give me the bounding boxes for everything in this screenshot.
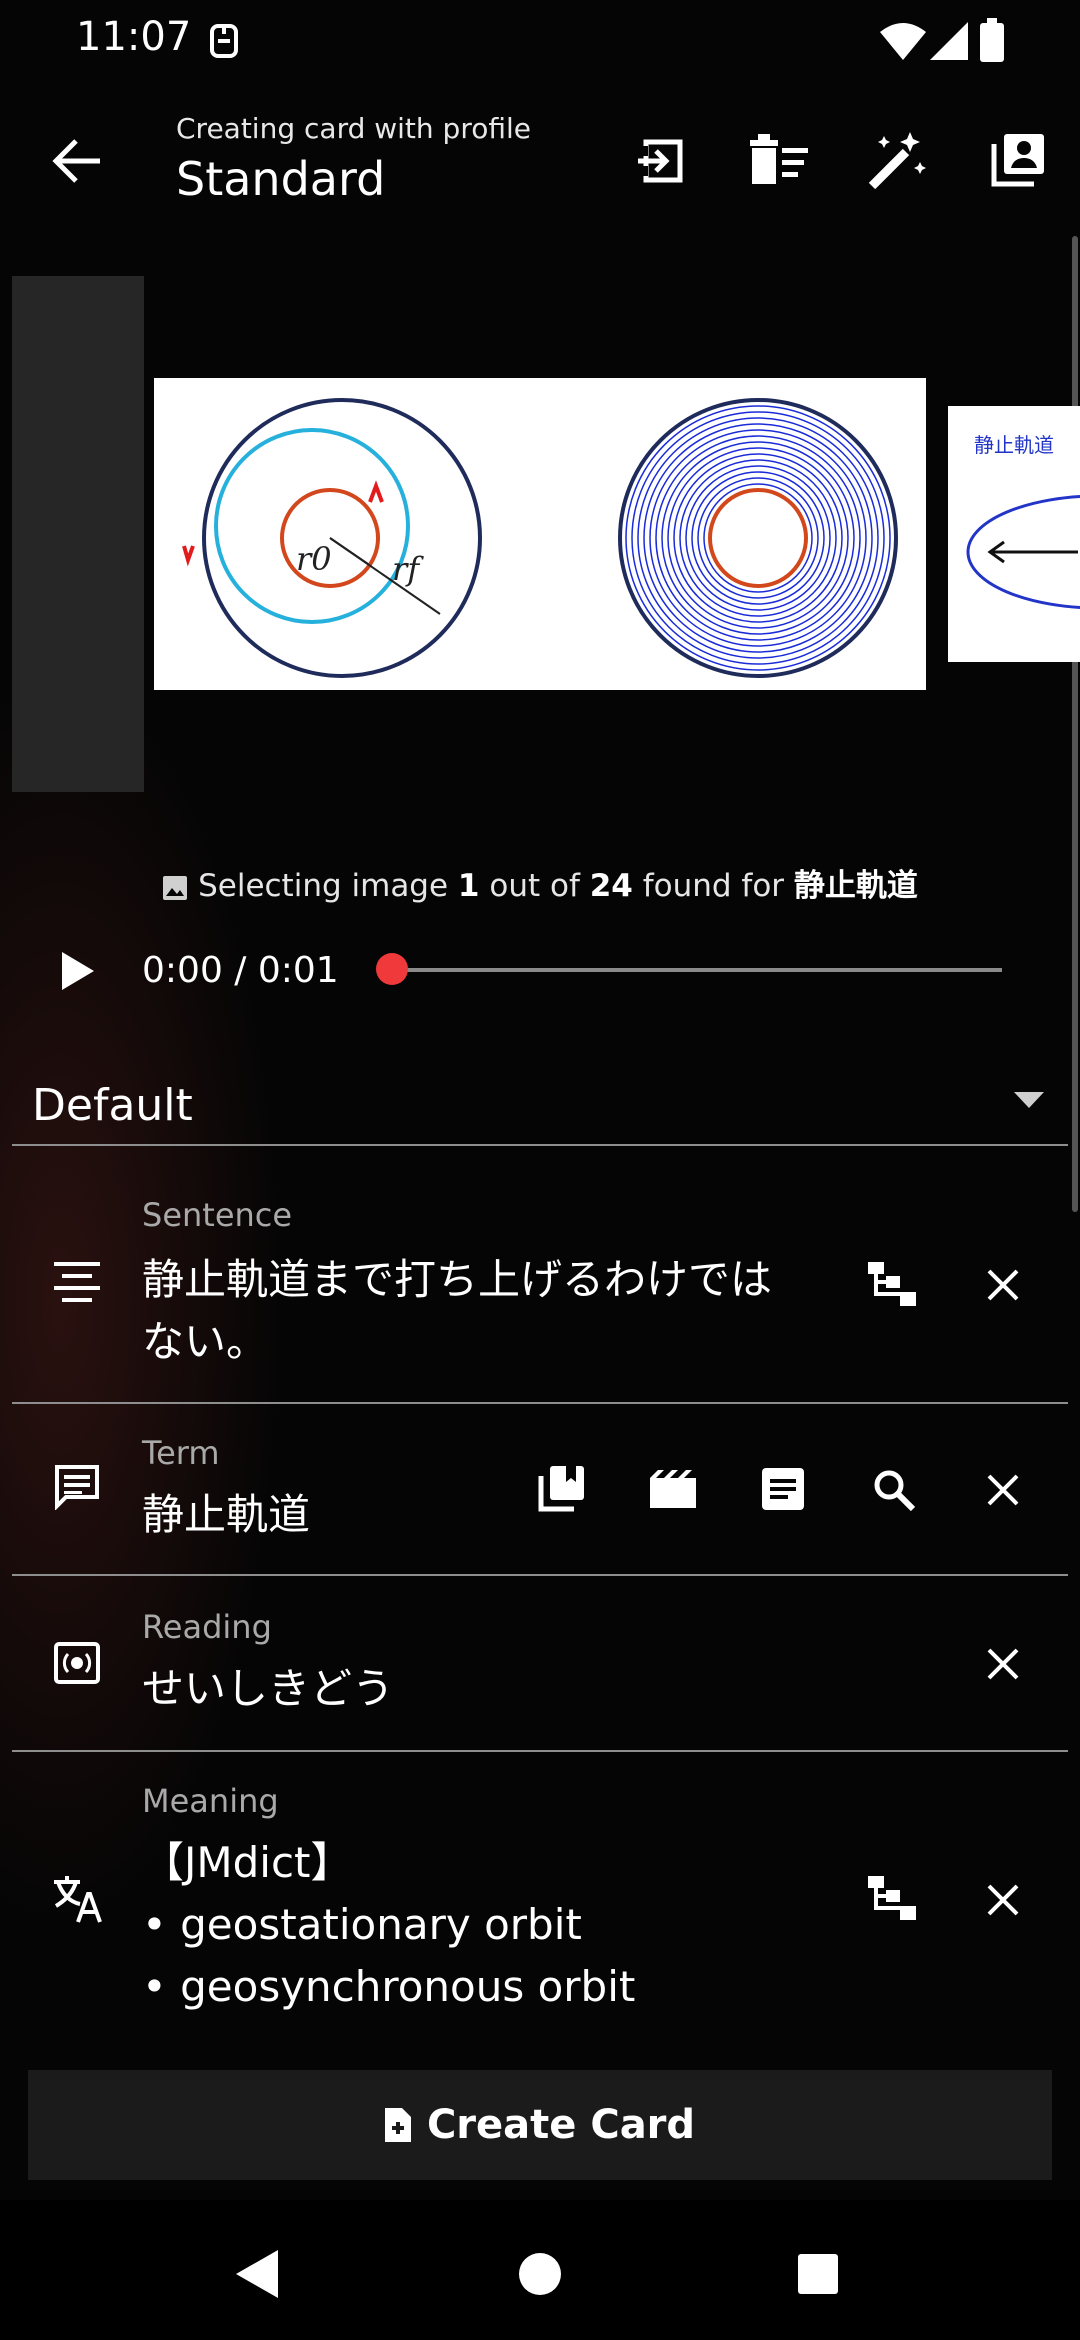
- add-card-icon: [384, 2108, 411, 2142]
- wifi-icon: [880, 22, 926, 60]
- divider: [12, 1574, 1068, 1576]
- clear-fields-icon[interactable]: [748, 134, 810, 186]
- app-bar-subtitle: Creating card with profile: [176, 112, 532, 145]
- placeholder-image[interactable]: [12, 276, 144, 792]
- translate-icon: [52, 1876, 104, 1924]
- auto-fill-wand-icon[interactable]: [866, 128, 930, 192]
- deck-underline: [12, 1144, 1068, 1146]
- nav-recents-icon[interactable]: [798, 2254, 838, 2294]
- status-time: 11:07: [76, 14, 192, 60]
- nav-back-icon[interactable]: [236, 2250, 280, 2298]
- meaning-label: Meaning: [142, 1782, 279, 1820]
- rf-label: rf: [392, 550, 424, 588]
- static-orbit-image[interactable]: 静止軌道: [948, 406, 1080, 662]
- meaning-split-icon[interactable]: [868, 1876, 916, 1920]
- image-selection-info: Selecting image 1 out of 24 found for 静止…: [0, 860, 1080, 905]
- sentence-split-icon[interactable]: [868, 1262, 916, 1306]
- profile-cards-icon[interactable]: [990, 130, 1048, 188]
- reading-clear-icon[interactable]: [986, 1647, 1020, 1681]
- meaning-field[interactable]: 【JMdict】 • geostationary orbit • geosync…: [142, 1832, 842, 2018]
- r0-label: r0: [296, 540, 332, 578]
- term-field[interactable]: 静止軌道: [142, 1484, 310, 1546]
- reading-icon: [54, 1642, 100, 1684]
- play-icon[interactable]: [60, 950, 96, 992]
- audio-seek-thumb[interactable]: [376, 953, 408, 985]
- dropdown-arrow-icon[interactable]: [1014, 1092, 1044, 1108]
- reading-field[interactable]: せいしきどう: [142, 1658, 394, 1720]
- divider: [12, 1402, 1068, 1404]
- create-card-label: Create Card: [426, 2102, 696, 2148]
- orbit-diagram-image[interactable]: r0 rf: [154, 378, 926, 690]
- sentence-clear-icon[interactable]: [986, 1268, 1020, 1302]
- dictionary-icon[interactable]: [538, 1464, 586, 1512]
- sentence-icon: [54, 1262, 100, 1302]
- video-clip-icon[interactable]: [650, 1470, 696, 1508]
- term-icon: [54, 1464, 100, 1510]
- create-card-button[interactable]: Create Card: [28, 2070, 1052, 2180]
- battery-icon: [980, 18, 1004, 62]
- audio-seekbar[interactable]: [392, 968, 1002, 972]
- search-icon[interactable]: [872, 1468, 916, 1512]
- audio-time: 0:00 / 0:01: [142, 950, 339, 991]
- deck-selector[interactable]: Default: [32, 1080, 193, 1131]
- reading-label: Reading: [142, 1608, 272, 1646]
- image-icon: [162, 875, 188, 901]
- term-label: Term: [142, 1434, 220, 1472]
- status-bar: 11:07: [0, 0, 1080, 86]
- profile-title: Standard: [176, 152, 386, 206]
- sentence-field[interactable]: 静止軌道まで打ち上げるわけでは ない。: [142, 1249, 822, 1373]
- divider: [12, 1750, 1068, 1752]
- static-orbit-image-label: 静止軌道: [974, 433, 1054, 457]
- notes-icon[interactable]: [762, 1468, 804, 1510]
- cell-signal-icon: [930, 22, 968, 60]
- export-icon[interactable]: [636, 136, 686, 186]
- meaning-clear-icon[interactable]: [986, 1883, 1020, 1917]
- term-clear-icon[interactable]: [986, 1473, 1020, 1507]
- sentence-label: Sentence: [142, 1196, 293, 1234]
- nav-home-icon[interactable]: [518, 2252, 562, 2296]
- back-arrow-icon[interactable]: [50, 136, 104, 186]
- notification-icon: [208, 22, 240, 60]
